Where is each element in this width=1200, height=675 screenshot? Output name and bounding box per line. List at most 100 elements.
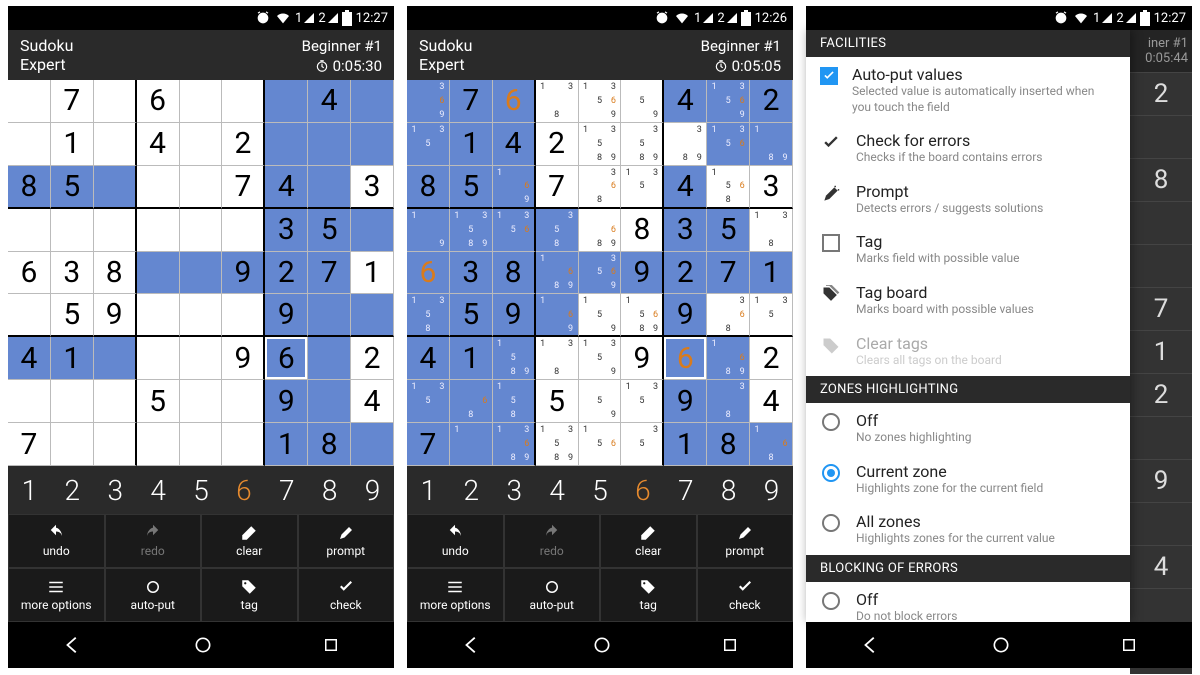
sudoku-cell[interactable]: 1689 <box>536 252 579 295</box>
number-button-5[interactable]: 5 <box>180 466 223 514</box>
sudoku-cell[interactable]: 2 <box>222 123 265 166</box>
undo-button[interactable]: undo <box>8 514 105 568</box>
sudoku-cell[interactable]: 2 <box>536 123 579 166</box>
sudoku-cell[interactable] <box>308 166 351 209</box>
sudoku-cell[interactable] <box>180 80 223 123</box>
sudoku-cell[interactable] <box>308 123 351 166</box>
sudoku-cell[interactable] <box>222 80 265 123</box>
sudoku-cell[interactable]: 1 <box>664 423 707 466</box>
sudoku-cell[interactable]: 1 <box>450 123 493 166</box>
sudoku-cell[interactable]: 59 <box>621 80 664 123</box>
sudoku-cell[interactable]: 8 <box>621 209 664 252</box>
sudoku-cell[interactable]: 1568 <box>707 166 750 209</box>
option-prompt[interactable]: PromptDetects errors / suggests solution… <box>806 174 1130 225</box>
sudoku-cell[interactable] <box>94 337 137 380</box>
sudoku-cell[interactable]: 6 <box>137 80 180 123</box>
clear-button[interactable]: clear <box>600 514 697 568</box>
sudoku-cell[interactable]: 389 <box>664 123 707 166</box>
sudoku-cell[interactable]: 358 <box>536 209 579 252</box>
sudoku-cell[interactable]: 4 <box>351 380 394 423</box>
sudoku-cell[interactable] <box>8 209 51 252</box>
option-autoput[interactable]: Auto-put valuesSelected value is automat… <box>806 57 1130 123</box>
sudoku-cell[interactable]: 368 <box>707 294 750 337</box>
sudoku-cell[interactable]: 135 <box>621 166 664 209</box>
sudoku-cell[interactable]: 5 <box>51 294 94 337</box>
sudoku-board[interactable]: 7641428574335638927159941962594718 <box>8 80 394 466</box>
sudoku-cell[interactable] <box>308 337 351 380</box>
sudoku-cell[interactable]: 689 <box>579 209 622 252</box>
sudoku-cell[interactable] <box>351 294 394 337</box>
sudoku-cell[interactable] <box>180 123 223 166</box>
redo-button[interactable]: redo <box>504 514 601 568</box>
sudoku-cell[interactable] <box>222 380 265 423</box>
sudoku-cell[interactable]: 8 <box>707 423 750 466</box>
sudoku-cell[interactable]: 1689 <box>707 337 750 380</box>
sudoku-cell[interactable]: 9 <box>265 294 308 337</box>
number-button-2[interactable]: 2 <box>51 466 94 514</box>
undo-button[interactable]: undo <box>407 514 504 568</box>
sudoku-cell[interactable] <box>351 209 394 252</box>
sudoku-cell[interactable]: 9 <box>664 294 707 337</box>
number-button-6[interactable]: 6 <box>222 466 265 514</box>
sudoku-cell[interactable]: 9 <box>222 337 265 380</box>
sudoku-cell[interactable]: 5 <box>450 166 493 209</box>
back-icon[interactable] <box>62 634 84 656</box>
number-button-8[interactable]: 8 <box>308 466 351 514</box>
clear-button[interactable]: clear <box>201 514 298 568</box>
sudoku-cell[interactable]: 6 <box>8 252 51 295</box>
sudoku-cell[interactable]: 68 <box>450 380 493 423</box>
sudoku-cell[interactable] <box>51 380 94 423</box>
number-button-4[interactable]: 4 <box>536 466 579 514</box>
sudoku-cell[interactable]: 1 <box>265 423 308 466</box>
recents-icon[interactable] <box>322 636 340 654</box>
sudoku-cell[interactable]: 3589 <box>621 123 664 166</box>
sudoku-cell[interactable] <box>94 80 137 123</box>
sudoku-cell[interactable]: 6 <box>265 337 308 380</box>
check-button[interactable]: check <box>697 568 794 622</box>
sudoku-cell[interactable]: 38 <box>707 380 750 423</box>
option-clear-tags[interactable]: Clear tagsClears all tags on the board <box>806 326 1130 377</box>
home-icon[interactable] <box>592 635 612 655</box>
sudoku-cell[interactable]: 138 <box>536 337 579 380</box>
sudoku-cell[interactable] <box>180 380 223 423</box>
sudoku-cell[interactable]: 1358 <box>407 294 450 337</box>
sudoku-cell[interactable] <box>180 423 223 466</box>
sudoku-cell[interactable] <box>351 123 394 166</box>
sudoku-cell[interactable] <box>351 423 394 466</box>
sudoku-cell[interactable]: 3 <box>351 166 394 209</box>
sudoku-cell[interactable]: 4 <box>407 337 450 380</box>
home-icon[interactable] <box>991 635 1011 655</box>
number-button-7[interactable]: 7 <box>664 466 707 514</box>
tag-button[interactable]: tag <box>600 568 697 622</box>
sudoku-cell[interactable]: 368 <box>579 166 622 209</box>
zone-off[interactable]: OffNo zones highlighting <box>806 403 1130 454</box>
number-button-1[interactable]: 1 <box>407 466 450 514</box>
sudoku-cell[interactable]: 158 <box>493 380 536 423</box>
sudoku-cell[interactable] <box>180 337 223 380</box>
sudoku-cell[interactable]: 9 <box>493 294 536 337</box>
autoput-button[interactable]: auto-put <box>504 568 601 622</box>
sudoku-cell[interactable]: 4 <box>308 80 351 123</box>
sudoku-cell[interactable] <box>94 423 137 466</box>
sudoku-cell[interactable]: 8 <box>8 166 51 209</box>
sudoku-cell[interactable]: 7 <box>450 80 493 123</box>
sudoku-cell[interactable]: 3 <box>750 166 793 209</box>
sudoku-cell[interactable]: 4 <box>8 337 51 380</box>
sudoku-cell[interactable] <box>308 294 351 337</box>
prompt-button[interactable]: prompt <box>298 514 395 568</box>
sudoku-cell[interactable] <box>180 252 223 295</box>
option-tag[interactable]: TagMarks field with possible value <box>806 224 1130 275</box>
sudoku-cell[interactable]: 13589 <box>579 123 622 166</box>
sudoku-cell[interactable] <box>137 252 180 295</box>
option-check-errors[interactable]: Check for errorsChecks if the board cont… <box>806 123 1130 174</box>
sudoku-cell[interactable] <box>8 380 51 423</box>
sudoku-cell[interactable]: 2 <box>750 80 793 123</box>
sudoku-cell[interactable]: 1 <box>351 252 394 295</box>
sudoku-cell[interactable]: 8 <box>94 252 137 295</box>
sudoku-cell[interactable] <box>137 166 180 209</box>
sudoku-cell[interactable]: 59 <box>579 380 622 423</box>
sudoku-cell[interactable] <box>8 80 51 123</box>
sudoku-cell[interactable] <box>308 380 351 423</box>
sudoku-cell[interactable]: 1 <box>51 337 94 380</box>
sudoku-cell[interactable]: 138 <box>750 209 793 252</box>
